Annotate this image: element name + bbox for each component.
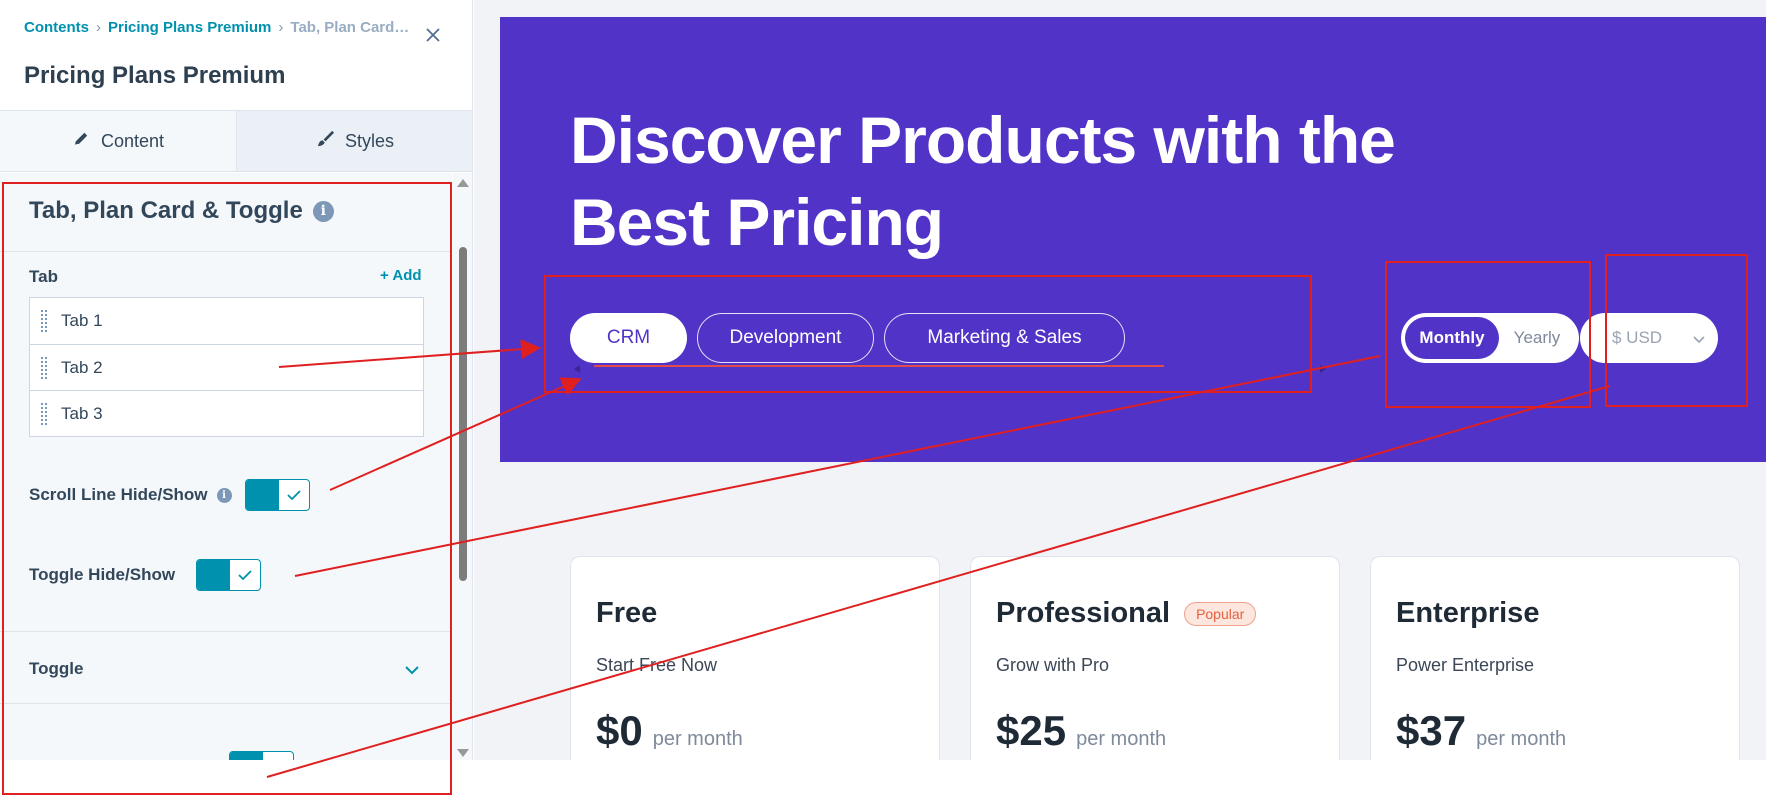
- add-tab-button[interactable]: + Add: [380, 267, 422, 284]
- tab-styles[interactable]: Styles: [236, 111, 472, 171]
- category-tab-crm[interactable]: CRM: [570, 313, 687, 363]
- tab-item-label: Tab 1: [61, 311, 103, 330]
- toggle-accordion-label[interactable]: Toggle: [29, 659, 83, 679]
- breadcrumb-module[interactable]: Pricing Plans Premium: [108, 19, 271, 36]
- close-icon[interactable]: [420, 22, 446, 48]
- plan-name: Enterprise: [1396, 597, 1539, 630]
- check-icon: [263, 752, 293, 760]
- tab-repeater-item[interactable]: Tab 3: [30, 390, 423, 436]
- switch-knob: [230, 752, 263, 760]
- scroll-line-switch[interactable]: [244, 479, 310, 511]
- category-tab-development[interactable]: Development: [697, 313, 874, 363]
- price-amount: $0: [596, 707, 643, 754]
- breadcrumb-separator: ›: [96, 19, 101, 36]
- plan-card: Professional Popular Grow with Pro $25 p…: [970, 556, 1340, 760]
- hero-title: Discover Products with the Best Pricing: [570, 103, 1396, 259]
- drag-handle-icon[interactable]: [40, 309, 48, 333]
- section-title: Tab, Plan Card & Toggle i: [29, 197, 334, 225]
- pencil-icon: [72, 129, 91, 153]
- toggle-visibility-row: Toggle Hide/Show: [29, 559, 262, 591]
- tab-repeater-list: Tab 1 Tab 2 Tab 3: [29, 297, 424, 437]
- scroll-up-icon[interactable]: [457, 179, 469, 187]
- price-period: per month: [652, 728, 743, 750]
- partial-switch[interactable]: [229, 751, 294, 760]
- price-amount: $25: [996, 707, 1067, 754]
- plan-subtitle: Power Enterprise: [1396, 655, 1535, 675]
- panel-title: Pricing Plans Premium: [24, 62, 286, 89]
- tab-repeater-item[interactable]: Tab 2: [30, 344, 423, 390]
- tab-styles-label: Styles: [344, 130, 395, 151]
- plan-name-text: Free: [596, 597, 658, 629]
- plan-name: Free: [596, 597, 657, 630]
- tab-content[interactable]: Content: [0, 111, 236, 171]
- price-amount: $37: [1396, 707, 1467, 754]
- tab-item-label: Tab 2: [61, 357, 103, 377]
- billing-monthly[interactable]: Monthly: [1405, 317, 1499, 359]
- billing-yearly[interactable]: Yearly: [1499, 317, 1575, 359]
- check-icon: [279, 480, 309, 510]
- scroll-left-icon[interactable]: [574, 365, 580, 373]
- plan-price: $25 per month: [996, 707, 1166, 755]
- plan-name: Professional Popular: [996, 597, 1257, 630]
- settings-scroll-area: Tab, Plan Card & Toggle i Tab + Add Tab …: [0, 173, 452, 760]
- live-preview: Discover Products with the Best Pricing …: [474, 0, 1766, 760]
- toggle-visibility-label: Toggle Hide/Show: [29, 565, 176, 584]
- scroll-right-icon[interactable]: [1320, 365, 1326, 373]
- section-title-text: Tab, Plan Card & Toggle: [29, 197, 303, 224]
- scroll-line-label: Scroll Line Hide/Show: [29, 485, 208, 504]
- plan-subtitle: Grow with Pro: [996, 655, 1110, 675]
- plan-card: Free Start Free Now $0 per month: [570, 556, 940, 760]
- divider: [0, 251, 452, 252]
- info-icon[interactable]: i: [216, 487, 232, 503]
- price-period: per month: [1476, 728, 1567, 750]
- chevron-down-icon: [1693, 336, 1705, 344]
- switch-knob: [245, 480, 279, 510]
- tab-repeater-item[interactable]: Tab 1: [30, 298, 423, 344]
- brush-icon: [316, 129, 335, 153]
- tab-scroll-line: [594, 365, 1164, 367]
- popular-badge: Popular: [1184, 601, 1257, 626]
- tab-field-label: Tab: [29, 267, 58, 286]
- chevron-down-icon[interactable]: [403, 661, 421, 679]
- scroll-line-row: Scroll Line Hide/Show i: [29, 479, 310, 511]
- plan-name-text: Enterprise: [1396, 597, 1540, 629]
- tab-content-label: Content: [100, 130, 165, 151]
- plan-subtitle: Start Free Now: [596, 655, 718, 675]
- toggle-visibility-switch[interactable]: [196, 559, 262, 591]
- module-editor-panel: Contents › Pricing Plans Premium › Tab, Plan…: [0, 0, 473, 760]
- breadcrumb-current: Tab, Plan Card…: [290, 19, 410, 36]
- scrollbar-thumb[interactable]: [459, 247, 467, 581]
- plan-card: Enterprise Power Enterprise $37 per mont…: [1370, 556, 1740, 760]
- currency-select[interactable]: $ USD: [1580, 313, 1718, 363]
- category-tab-marketing[interactable]: Marketing & Sales: [884, 313, 1125, 363]
- switch-knob: [197, 560, 231, 590]
- plan-price: $0 per month: [596, 707, 743, 755]
- plan-name-text: Professional: [996, 597, 1171, 629]
- billing-period-toggle[interactable]: Monthly Yearly: [1401, 313, 1579, 363]
- divider: [0, 631, 452, 632]
- editor-tabs: Content Styles: [0, 110, 472, 172]
- scroll-down-icon[interactable]: [457, 749, 469, 757]
- breadcrumb-separator: ›: [278, 19, 284, 36]
- tab-item-label: Tab 3: [61, 403, 103, 423]
- currency-value: $ USD: [1612, 328, 1663, 347]
- drag-handle-icon[interactable]: [40, 355, 48, 380]
- divider: [0, 703, 452, 704]
- drag-handle-icon[interactable]: [40, 401, 48, 426]
- breadcrumb-contents[interactable]: Contents: [24, 19, 89, 36]
- pricing-hero: Discover Products with the Best Pricing …: [500, 17, 1766, 462]
- price-period: per month: [1076, 728, 1167, 750]
- breadcrumb: Contents › Pricing Plans Premium › Tab, Plan…: [24, 19, 412, 36]
- info-icon[interactable]: i: [312, 200, 334, 222]
- check-icon: [230, 560, 260, 590]
- scrollbar[interactable]: [453, 173, 472, 760]
- plan-price: $37 per month: [1396, 707, 1566, 755]
